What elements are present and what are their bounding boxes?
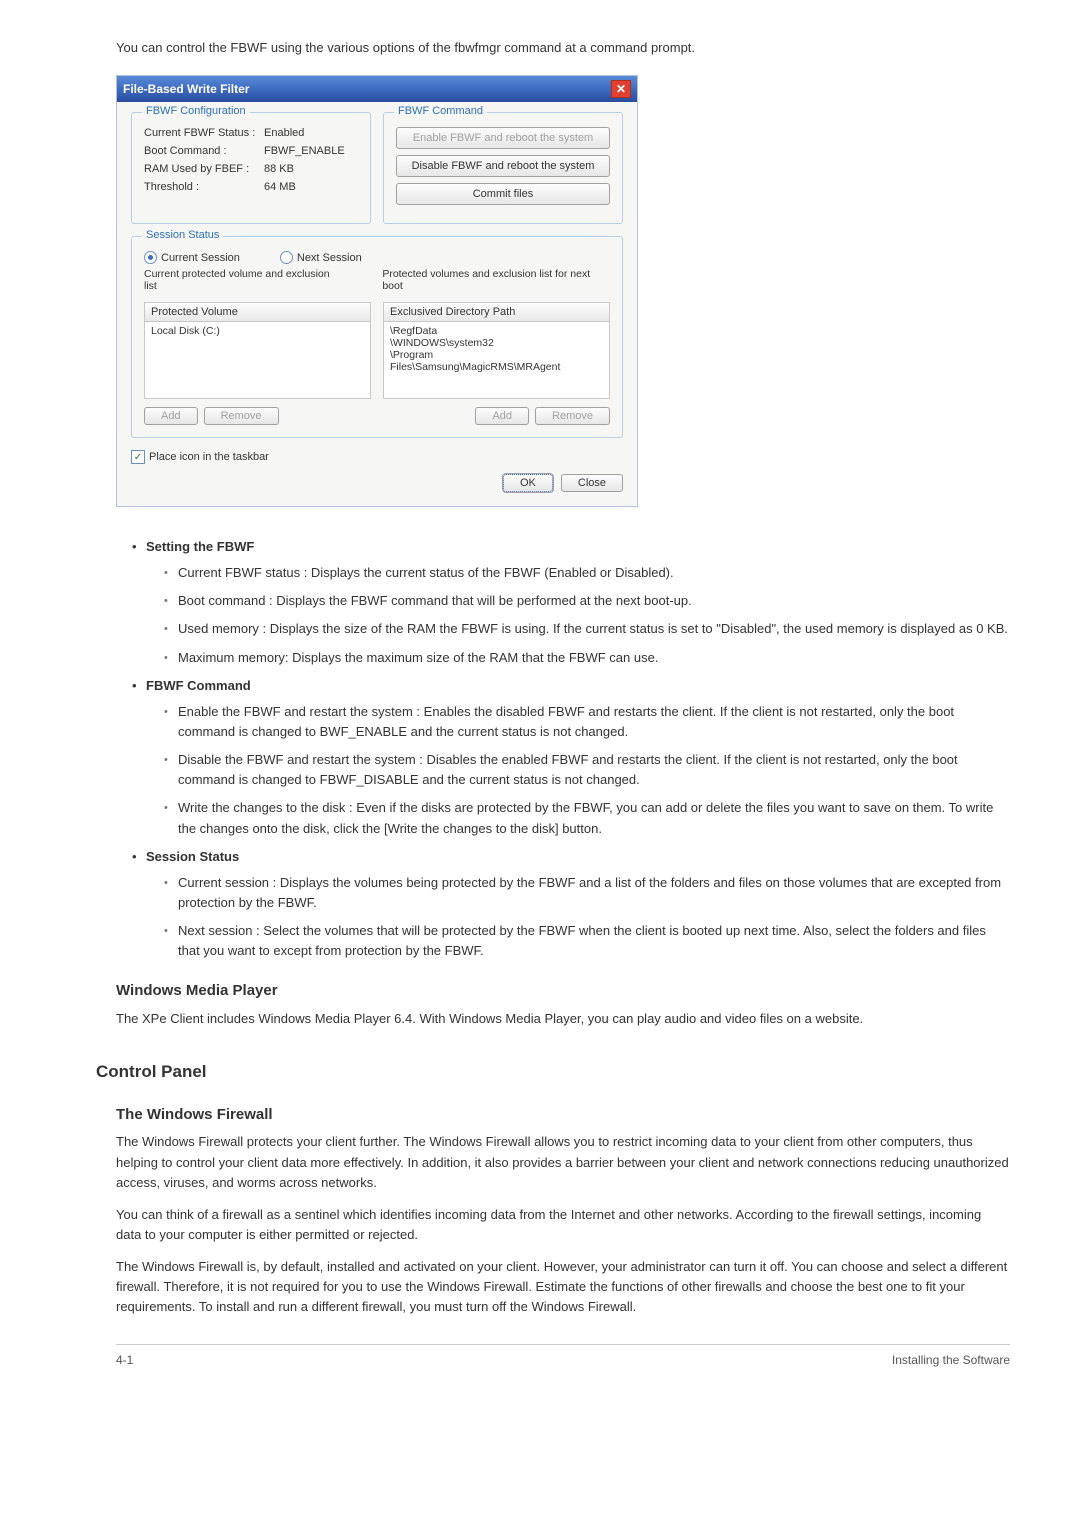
- fbwf-command-heading: FBWF Command: [146, 678, 251, 693]
- current-session-radio[interactable]: [144, 251, 157, 264]
- boot-value: FBWF_ENABLE: [264, 145, 345, 157]
- footer-page-number: 4-1: [116, 1351, 133, 1370]
- protected-volume-header: Protected Volume: [144, 302, 371, 322]
- wmp-paragraph: The XPe Client includes Windows Media Pl…: [116, 1009, 1010, 1029]
- protected-add-button[interactable]: Add: [144, 407, 198, 425]
- ram-value: 88 KB: [264, 163, 294, 175]
- close-button[interactable]: Close: [561, 474, 623, 492]
- disable-fbwf-button[interactable]: Disable FBWF and reboot the system: [396, 155, 610, 177]
- firewall-paragraph-2: You can think of a firewall as a sentine…: [116, 1205, 1010, 1245]
- setting-fbwf-heading: Setting the FBWF: [146, 539, 254, 554]
- footer-section-title: Installing the Software: [892, 1351, 1010, 1370]
- wmp-heading: Windows Media Player: [116, 979, 1010, 1002]
- list-item: Current session : Displays the volumes b…: [164, 873, 1010, 913]
- list-item: Disable the FBWF and restart the system …: [164, 750, 1010, 790]
- exclusion-path-item: \WINDOWS\system32: [390, 337, 603, 349]
- next-session-sublabel: Protected volumes and exclusion list for…: [382, 268, 610, 292]
- firewall-paragraph-3: The Windows Firewall is, by default, ins…: [116, 1257, 1010, 1317]
- dialog-titlebar: File-Based Write Filter ✕: [117, 76, 637, 102]
- next-session-label: Next Session: [297, 252, 362, 264]
- fbwf-configuration-group: FBWF Configuration Current FBWF Status :…: [131, 112, 371, 224]
- list-item: Write the changes to the disk : Even if …: [164, 798, 1010, 838]
- list-item: Used memory : Displays the size of the R…: [164, 619, 1010, 639]
- intro-text: You can control the FBWF using the vario…: [116, 40, 1030, 55]
- control-panel-heading: Control Panel: [96, 1059, 1010, 1085]
- protected-volume-item[interactable]: Local Disk (C:): [151, 325, 364, 337]
- firewall-paragraph-1: The Windows Firewall protects your clien…: [116, 1132, 1010, 1192]
- exclusion-path-item: \Program Files\Samsung\MagicRMS\MRAgent: [390, 349, 603, 373]
- threshold-value: 64 MB: [264, 181, 296, 193]
- list-item: Maximum memory: Displays the maximum siz…: [164, 648, 1010, 668]
- dialog-title: File-Based Write Filter: [123, 82, 249, 96]
- ok-button[interactable]: OK: [503, 474, 553, 492]
- ram-label: RAM Used by FBEF :: [144, 163, 264, 175]
- exclusived-path-header: Exclusived Directory Path: [383, 302, 610, 322]
- config-legend: FBWF Configuration: [142, 105, 250, 117]
- session-legend: Session Status: [142, 229, 223, 241]
- exclusion-add-button[interactable]: Add: [475, 407, 529, 425]
- list-item: Next session : Select the volumes that w…: [164, 921, 1010, 961]
- place-icon-checkbox[interactable]: ✓: [131, 450, 145, 464]
- fbwf-dialog: File-Based Write Filter ✕ FBWF Configura…: [116, 75, 638, 507]
- status-label: Current FBWF Status :: [144, 127, 264, 139]
- firewall-heading: The Windows Firewall: [116, 1103, 1010, 1126]
- threshold-label: Threshold :: [144, 181, 264, 193]
- fbwf-command-group: FBWF Command Enable FBWF and reboot the …: [383, 112, 623, 224]
- session-status-group: Session Status Current Session Next Sess…: [131, 236, 623, 438]
- protected-volume-list[interactable]: Local Disk (C:): [144, 322, 371, 399]
- close-icon[interactable]: ✕: [611, 80, 631, 98]
- place-icon-label: Place icon in the taskbar: [149, 451, 269, 463]
- list-item: Current FBWF status : Displays the curre…: [164, 563, 1010, 583]
- session-status-heading: Session Status: [146, 849, 239, 864]
- command-legend: FBWF Command: [394, 105, 487, 117]
- exclusion-path-item: \RegfData: [390, 325, 603, 337]
- page-footer: 4-1 Installing the Software: [116, 1344, 1010, 1370]
- exclusived-path-list[interactable]: \RegfData \WINDOWS\system32 \Program Fil…: [383, 322, 610, 399]
- enable-fbwf-button[interactable]: Enable FBWF and reboot the system: [396, 127, 610, 149]
- commit-files-button[interactable]: Commit files: [396, 183, 610, 205]
- boot-label: Boot Command :: [144, 145, 264, 157]
- list-item: Boot command : Displays the FBWF command…: [164, 591, 1010, 611]
- current-session-sublabel: Current protected volume and exclusion l…: [144, 268, 342, 292]
- list-item: Enable the FBWF and restart the system :…: [164, 702, 1010, 742]
- current-session-label: Current Session: [161, 252, 240, 264]
- exclusion-remove-button[interactable]: Remove: [535, 407, 610, 425]
- status-value: Enabled: [264, 127, 304, 139]
- protected-remove-button[interactable]: Remove: [204, 407, 279, 425]
- next-session-radio[interactable]: [280, 251, 293, 264]
